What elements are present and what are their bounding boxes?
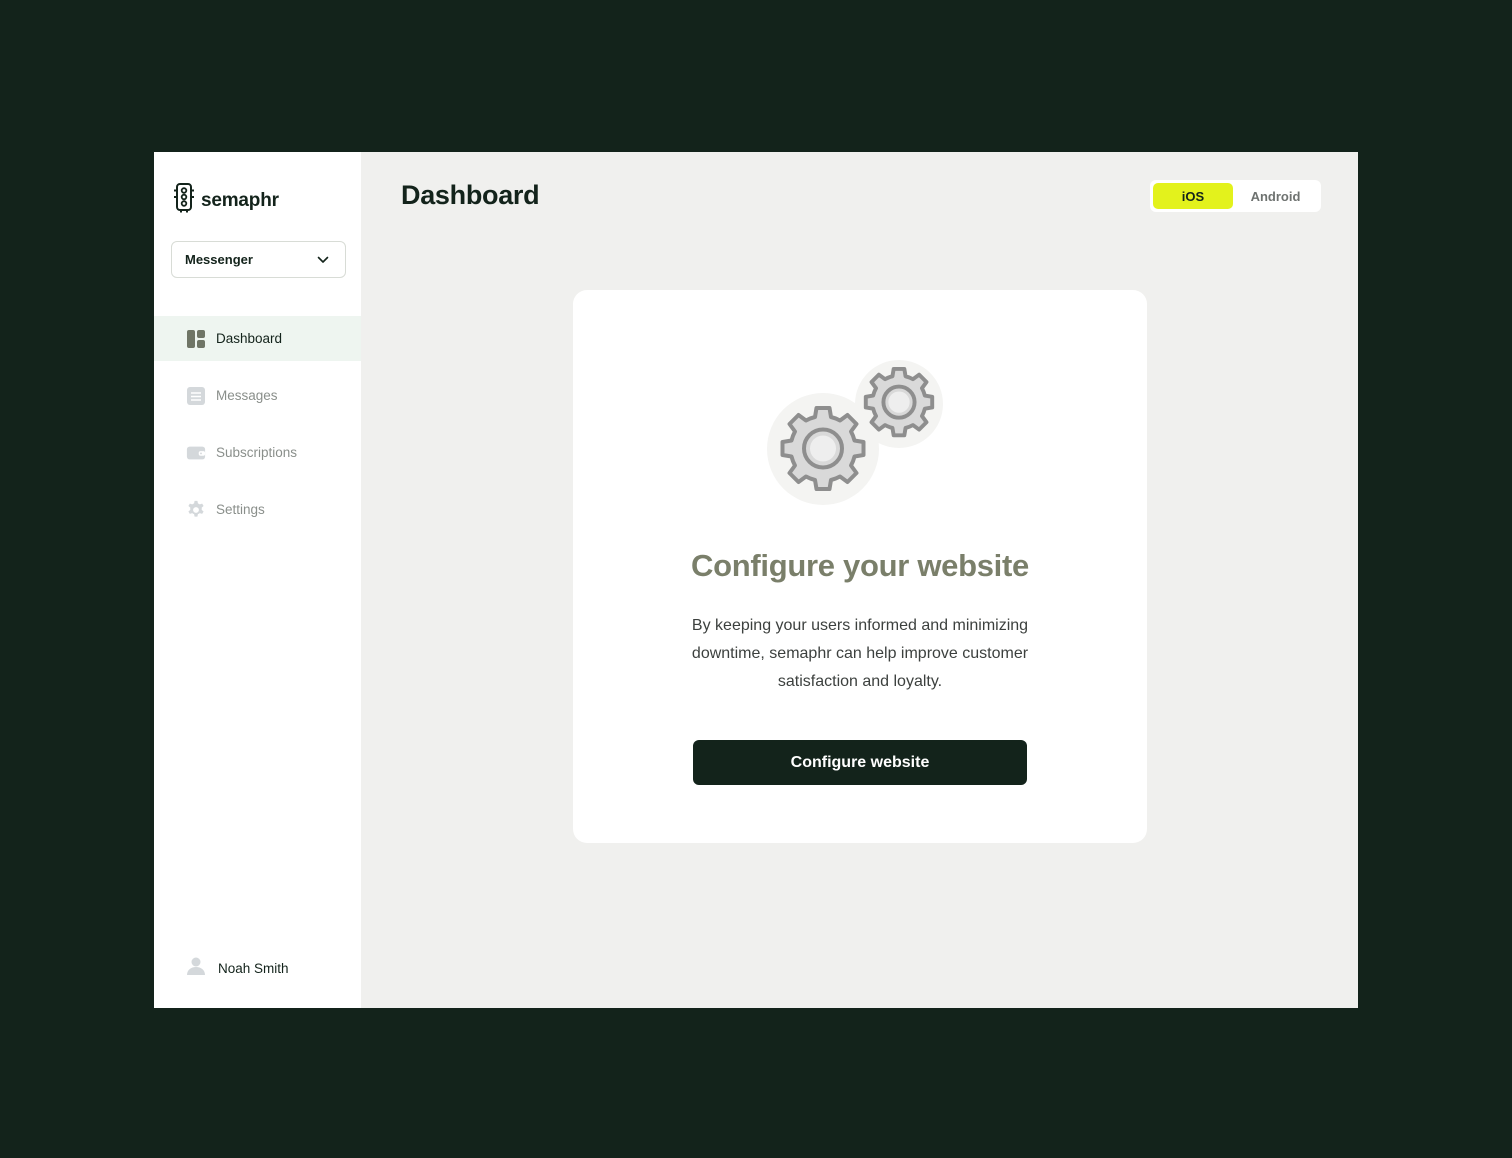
- card-title: Configure your website: [691, 548, 1029, 583]
- page-title: Dashboard: [401, 180, 540, 210]
- sidebar-item-subscriptions[interactable]: Subscriptions: [154, 430, 361, 475]
- configure-card: Configure your website By keeping your u…: [573, 290, 1147, 843]
- card-description: By keeping your users informed and minim…: [691, 617, 1029, 690]
- sidebar-item-label: Dashboard: [216, 331, 283, 346]
- sidebar-item-settings[interactable]: Settings: [154, 487, 361, 532]
- workspace-select[interactable]: Messenger: [171, 241, 346, 278]
- gear-icon: [186, 500, 206, 520]
- brand-name: semaphr: [201, 189, 279, 211]
- user-profile[interactable]: Noah Smith: [186, 956, 289, 981]
- chevron-down-icon: [317, 251, 329, 269]
- sidebar-item-messages[interactable]: Messages: [154, 373, 361, 418]
- sidebar-item-label: Settings: [216, 502, 265, 517]
- sidebar: semaphr Messenger Dashboard Messages Sub…: [154, 152, 361, 1008]
- main-content: Dashboard iOS Android Configure your web…: [361, 152, 1358, 1008]
- messages-icon: [186, 386, 206, 406]
- sidebar-item-label: Messages: [216, 388, 278, 403]
- gears-icon: [765, 356, 955, 506]
- sidebar-item-label: Subscriptions: [216, 445, 298, 460]
- configure-website-button[interactable]: Configure website: [693, 740, 1027, 785]
- sidebar-item-dashboard[interactable]: Dashboard: [154, 316, 361, 361]
- user-icon: [186, 956, 206, 981]
- dashboard-icon: [186, 329, 206, 349]
- wallet-icon: [186, 443, 206, 463]
- sidebar-nav: Dashboard Messages Subscriptions Setting…: [154, 316, 361, 544]
- toggle-ios[interactable]: iOS: [1153, 183, 1233, 209]
- app-window: semaphr Messenger Dashboard Messages Sub…: [154, 152, 1358, 1008]
- platform-toggle: iOS Android: [1150, 180, 1321, 212]
- user-name: Noah Smith: [218, 961, 289, 976]
- toggle-android[interactable]: Android: [1233, 183, 1318, 209]
- traffic-light-icon: [173, 183, 195, 218]
- brand-logo[interactable]: semaphr: [173, 183, 279, 218]
- workspace-select-value: Messenger: [185, 252, 253, 267]
